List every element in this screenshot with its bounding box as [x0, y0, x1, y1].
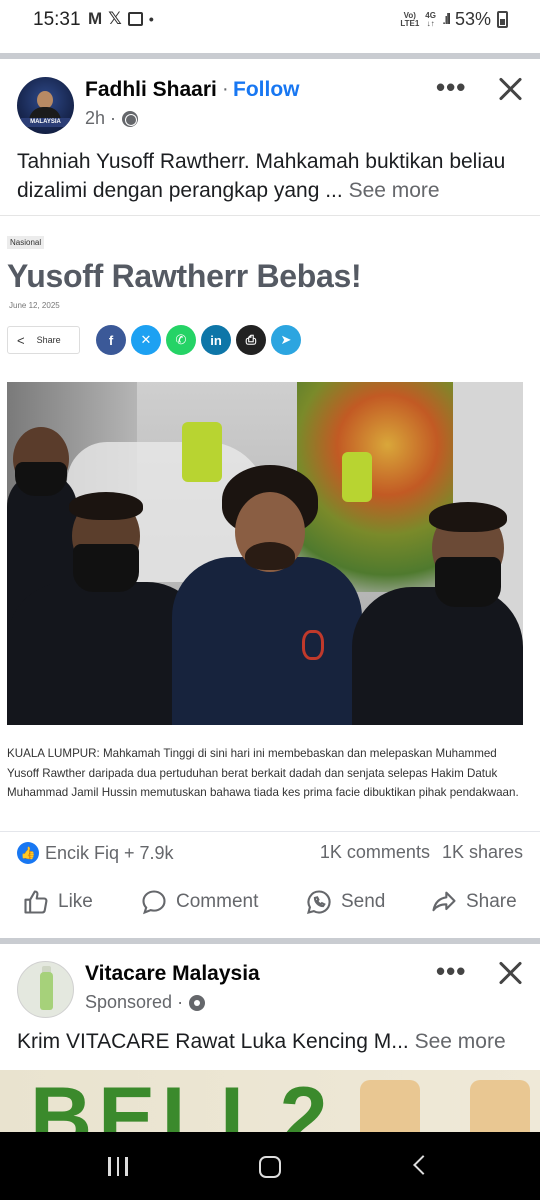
send-button[interactable]: Send [305, 888, 385, 916]
notification-icons: M 𝕏 • [88, 9, 154, 29]
advertiser-avatar[interactable] [17, 961, 74, 1018]
feed-divider [0, 938, 540, 944]
back-button[interactable] [413, 1155, 433, 1175]
comment-label: Comment [176, 891, 259, 912]
gallery-icon [127, 12, 143, 26]
close-icon[interactable] [496, 74, 526, 104]
like-label: Like [58, 891, 93, 912]
battery-percent: 53% [454, 9, 491, 29]
article-body: KUALA LUMPUR: Mahkamah Tinggi di sini ha… [7, 747, 519, 799]
share-arrow-icon [432, 891, 456, 912]
comments-count[interactable]: 1K comments [320, 842, 430, 863]
post-time: 2h · [85, 108, 117, 128]
see-more-link[interactable]: See more [415, 1030, 506, 1053]
recents-button[interactable] [108, 1157, 128, 1176]
like-button[interactable]: Like [22, 888, 93, 916]
more-options-icon[interactable]: ••• [436, 956, 466, 987]
facebook-icon: f [96, 325, 126, 355]
ad-caption-text: Krim VITACARE Rawat Luka Kencing M... [17, 1030, 409, 1053]
status-right: Vo) LTE1 4G ↓↑ .ıll 53% [400, 9, 508, 30]
linkedin-icon: in [201, 325, 231, 355]
thumbs-up-icon [24, 890, 48, 914]
shared-article-image[interactable]: Nasional Yusoff Rawtherr Bebas! June 12,… [0, 215, 540, 832]
avatar-band-text: MALAYSIA [21, 118, 70, 127]
engagement-counts: 1K comments 1K shares [320, 842, 523, 863]
status-time: 15:31 [33, 9, 81, 30]
comment-icon [142, 890, 166, 915]
status-bar: 15:31 M 𝕏 • Vo) LTE1 4G ↓↑ .ıll 53% [0, 0, 540, 40]
article-headline: Yusoff Rawtherr Bebas! [7, 258, 362, 294]
post-caption: Tahniah Yusoff Rawtherr. Mahkamah buktik… [17, 147, 527, 205]
globe-icon [122, 110, 139, 127]
comment-button[interactable]: Comment [140, 888, 258, 916]
notification-dot: • [148, 11, 154, 27]
article-photo [7, 382, 523, 725]
article-share-box: < Share [7, 326, 80, 354]
more-options-icon[interactable]: ••• [436, 72, 466, 103]
author-avatar[interactable]: MALAYSIA [17, 77, 74, 134]
home-button[interactable] [259, 1156, 281, 1178]
follow-button[interactable]: Follow [233, 78, 300, 102]
whatsapp-icon: ✆ [166, 325, 196, 355]
ad-image[interactable]: BELI 2 [0, 1070, 540, 1132]
feed-divider [0, 53, 540, 59]
shares-count[interactable]: 1K shares [442, 842, 523, 863]
like-reaction-icon: 👍 [17, 842, 39, 864]
reactions-summary[interactable]: 👍 Encik Fiq + 7.9k [17, 842, 174, 864]
post-actions: Like Comment Send Share [0, 888, 540, 928]
article-date: June 12, 2025 [9, 301, 60, 310]
volte-indicator: Vo) LTE1 [400, 10, 420, 28]
article-bottom-line [0, 831, 540, 832]
article-tag: Nasional [7, 236, 45, 249]
name-separator: · [222, 78, 229, 100]
share-button[interactable]: Share [430, 888, 517, 916]
settings-icon [189, 994, 206, 1011]
reactions-text: Encik Fiq + 7.9k [45, 842, 174, 863]
article-social-icons: f ✕ ✆ in ⎙ ➤ [96, 325, 301, 355]
close-icon[interactable] [496, 958, 526, 988]
send-label: Send [341, 891, 386, 912]
article-share-label: Share [36, 335, 61, 345]
battery-icon [497, 11, 508, 28]
share-icon: < [17, 332, 25, 348]
gmail-icon: M [88, 9, 103, 28]
see-more-link[interactable]: See more [349, 179, 440, 202]
signal-icon: .ıll [441, 11, 451, 28]
sponsored-meta: Sponsored · [85, 992, 206, 1013]
advertiser-name[interactable]: Vitacare Malaysia [85, 962, 260, 986]
system-nav-bar [0, 1132, 540, 1200]
share-label: Share [466, 891, 517, 912]
x-icon: 𝕏 [108, 9, 122, 28]
ad-image-text: BELI 2 [30, 1070, 334, 1132]
sponsored-label: Sponsored · [85, 992, 184, 1012]
print-icon: ⎙ [236, 325, 266, 355]
network-type: 4G ↓↑ [425, 10, 436, 28]
telegram-icon: ➤ [271, 325, 301, 355]
post-author-name[interactable]: Fadhli Shaari [85, 78, 217, 102]
x-icon: ✕ [131, 325, 161, 355]
whatsapp-send-icon [307, 890, 331, 914]
post-meta: 2h · [85, 108, 139, 129]
ad-caption: Krim VITACARE Rawat Luka Kencing M... Se… [17, 1030, 527, 1054]
